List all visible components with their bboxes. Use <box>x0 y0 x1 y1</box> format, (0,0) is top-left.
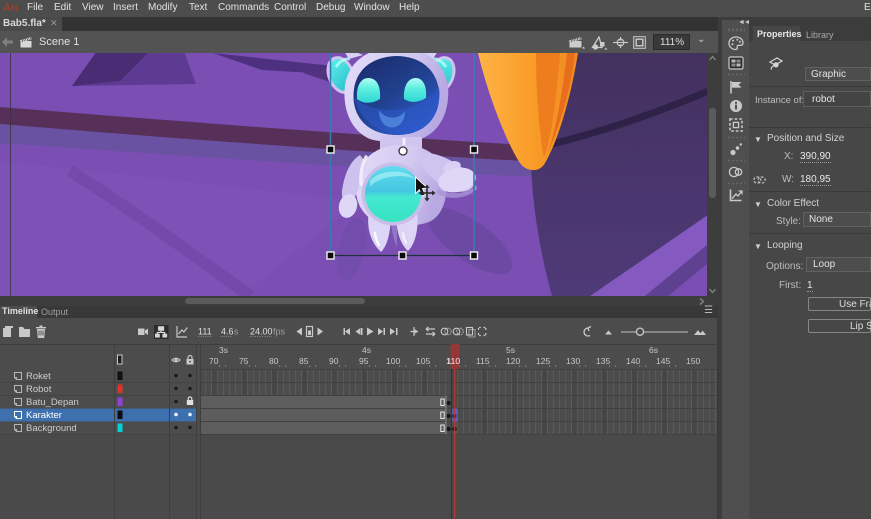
svg-text:fps: fps <box>273 327 286 337</box>
svg-text:75: 75 <box>239 356 249 366</box>
svg-text:Karakter: Karakter <box>26 410 62 421</box>
svg-text:4s: 4s <box>362 345 371 355</box>
svg-text:4.6: 4.6 <box>221 327 234 337</box>
svg-text:80: 80 <box>269 356 279 366</box>
svg-text:70: 70 <box>209 356 219 366</box>
svg-text:Background: Background <box>26 423 77 434</box>
svg-text:150: 150 <box>686 356 700 366</box>
svg-text:5s: 5s <box>506 345 515 355</box>
svg-text:125: 125 <box>536 356 550 366</box>
svg-text:111: 111 <box>198 327 212 337</box>
svg-text:95: 95 <box>359 356 369 366</box>
svg-text:100: 100 <box>386 356 400 366</box>
svg-text:105: 105 <box>416 356 430 366</box>
svg-text:130: 130 <box>566 356 580 366</box>
svg-text:135: 135 <box>596 356 610 366</box>
svg-text:3s: 3s <box>219 345 228 355</box>
svg-text:Batu_Depan: Batu_Depan <box>26 397 79 408</box>
svg-text:24.00: 24.00 <box>250 327 273 337</box>
svg-text:90: 90 <box>329 356 339 366</box>
svg-text:s: s <box>234 327 239 337</box>
svg-text:85: 85 <box>299 356 309 366</box>
svg-text:6s: 6s <box>649 345 658 355</box>
svg-text:Roket: Roket <box>26 371 51 382</box>
svg-text:115: 115 <box>476 356 490 366</box>
svg-text:145: 145 <box>656 356 670 366</box>
svg-text:140: 140 <box>626 356 640 366</box>
svg-text:120: 120 <box>506 356 520 366</box>
svg-text:Robot: Robot <box>26 384 52 395</box>
svg-text:110: 110 <box>447 356 461 366</box>
